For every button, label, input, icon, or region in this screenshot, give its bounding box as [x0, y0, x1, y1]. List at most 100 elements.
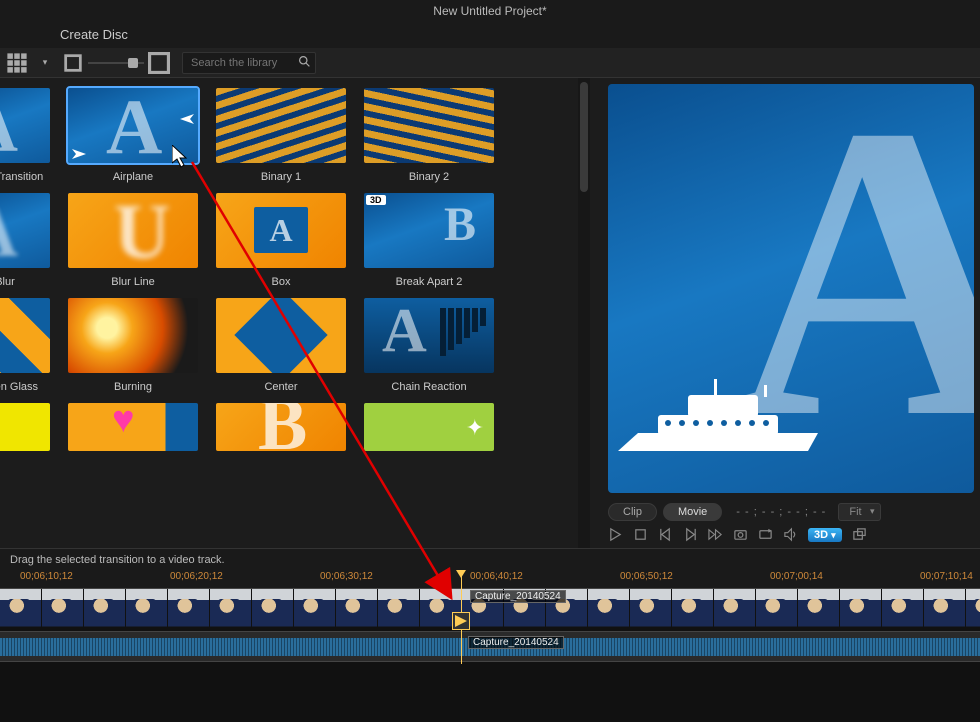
ruler-tick: 00;06;10;12 — [20, 571, 73, 582]
thumb-label: Burning — [68, 381, 198, 393]
movie-mode-button[interactable]: Movie — [663, 503, 722, 521]
transition-library: A Page Transition A Airplane Binary 1 — [0, 78, 590, 548]
ruler-tick: 00;06;40;12 — [470, 571, 523, 582]
fast-forward-icon[interactable] — [708, 527, 723, 542]
transition-break-apart-2[interactable]: 3DB Break Apart 2 — [364, 193, 494, 288]
transition-thumb[interactable]: B — [216, 403, 346, 451]
status-bar: Drag the selected transition to a video … — [0, 548, 980, 570]
scrollbar-handle[interactable] — [580, 82, 588, 192]
audio-track[interactable]: Capture_20140524 — [0, 632, 980, 662]
video-frame — [756, 589, 798, 632]
3d-toggle[interactable]: 3D — [808, 528, 842, 542]
transition-thumb[interactable] — [0, 403, 50, 451]
slider-track[interactable] — [88, 62, 144, 64]
video-frame — [42, 589, 84, 632]
tab-create-disc[interactable]: Create Disc — [60, 27, 128, 42]
volume-icon[interactable] — [783, 527, 798, 542]
video-frame — [840, 589, 882, 632]
slider-thumb[interactable] — [128, 58, 138, 68]
video-frame — [924, 589, 966, 632]
transition-thumb[interactable]: ✦ — [364, 403, 494, 451]
video-frame — [588, 589, 630, 632]
grid-dropdown-icon[interactable]: ▾ — [34, 52, 56, 74]
video-frame — [378, 589, 420, 632]
thumb-label: Chain Reaction — [364, 381, 494, 393]
thumb-label: Center — [216, 381, 346, 393]
snapshot-icon[interactable] — [733, 527, 748, 542]
tab-row: Create Disc — [0, 22, 980, 48]
ruler-tick: 00;07;10;14 — [920, 571, 973, 582]
transition-burning[interactable]: Burning — [68, 298, 198, 393]
transition-chain-reaction[interactable]: A Chain Reaction — [364, 298, 494, 393]
video-frame — [336, 589, 378, 632]
thumb-label: Break Apart 2 — [364, 276, 494, 288]
video-frame — [966, 589, 980, 632]
thumb-label: Blur — [0, 276, 50, 288]
ruler-tick: 00;06;50;12 — [620, 571, 673, 582]
transition-broken-glass[interactable]: Broken Glass — [0, 298, 50, 393]
video-frame — [210, 589, 252, 632]
large-thumb-icon — [148, 52, 170, 74]
next-frame-icon[interactable] — [683, 527, 698, 542]
video-frame — [882, 589, 924, 632]
plane-icon — [72, 149, 86, 159]
thumb-size-slider[interactable] — [62, 52, 170, 74]
transition-blur-line[interactable]: U Blur Line — [68, 193, 198, 288]
library-toolbar: ▾ — [0, 48, 980, 78]
badge-3d: 3D — [366, 195, 386, 205]
video-frame — [84, 589, 126, 632]
timeline-ruler[interactable]: 00;06;10;12 00;06;20;12 00;06;30;12 00;06;4… — [0, 570, 980, 588]
transition-page-transition[interactable]: A Page Transition — [0, 88, 50, 183]
clip-mode-button[interactable]: Clip — [608, 503, 657, 521]
timecode-display: - - ; - - ; - - ; - - — [736, 506, 826, 518]
video-frame — [294, 589, 336, 632]
zoom-fit-dropdown[interactable]: Fit — [838, 503, 880, 521]
project-title: New Untitled Project* — [433, 4, 546, 18]
search-icon[interactable] — [293, 55, 315, 71]
library-scrollbar[interactable] — [578, 78, 590, 548]
thumb-label: Airplane — [68, 171, 198, 183]
video-frame — [798, 589, 840, 632]
transition-center[interactable]: Center — [216, 298, 346, 393]
ruler-tick: 00;07;00;14 — [770, 571, 823, 582]
title-bar: New Untitled Project* — [0, 0, 980, 22]
transition-blur[interactable]: A Blur — [0, 193, 50, 288]
transition-drop-indicator[interactable] — [452, 612, 470, 630]
search-box[interactable] — [182, 52, 316, 74]
timeline[interactable]: 00;06;10;12 00;06;20;12 00;06;30;12 00;06;4… — [0, 570, 980, 722]
video-clip-label: Capture_20140524 — [470, 590, 566, 603]
play-icon[interactable] — [608, 527, 623, 542]
preview-canvas: A — [608, 84, 974, 493]
ruler-tick: 00;06;20;12 — [170, 571, 223, 582]
transition-binary-1[interactable]: Binary 1 — [216, 88, 346, 183]
thumb-label: Blur Line — [68, 276, 198, 288]
grid-view-icon[interactable] — [6, 52, 28, 74]
thumb-label: Box — [216, 276, 346, 288]
thumb-label: Broken Glass — [0, 381, 50, 393]
video-frame — [672, 589, 714, 632]
search-input[interactable] — [183, 57, 293, 69]
transition-thumb[interactable]: ♥ — [68, 403, 198, 451]
video-frame — [168, 589, 210, 632]
loop-icon[interactable] — [758, 527, 773, 542]
transition-binary-2[interactable]: Binary 2 — [364, 88, 494, 183]
transition-airplane[interactable]: A Airplane — [68, 88, 198, 183]
video-frame — [0, 589, 42, 632]
video-frame — [714, 589, 756, 632]
ruler-tick: 00;06;30;12 — [320, 571, 373, 582]
stop-icon[interactable] — [633, 527, 648, 542]
video-frame — [252, 589, 294, 632]
prev-frame-icon[interactable] — [658, 527, 673, 542]
thumb-label: Binary 2 — [364, 171, 494, 183]
undock-icon[interactable] — [852, 527, 867, 542]
audio-clip-label: Capture_20140524 — [468, 636, 564, 649]
plane-icon — [180, 114, 194, 124]
thumb-label: Page Transition — [0, 171, 50, 183]
small-thumb-icon — [62, 52, 84, 74]
thumb-label: Binary 1 — [216, 171, 346, 183]
video-frame — [630, 589, 672, 632]
transition-box[interactable]: A Box — [216, 193, 346, 288]
status-text: Drag the selected transition to a video … — [10, 554, 225, 566]
ship-graphic — [618, 373, 828, 483]
video-frame — [126, 589, 168, 632]
